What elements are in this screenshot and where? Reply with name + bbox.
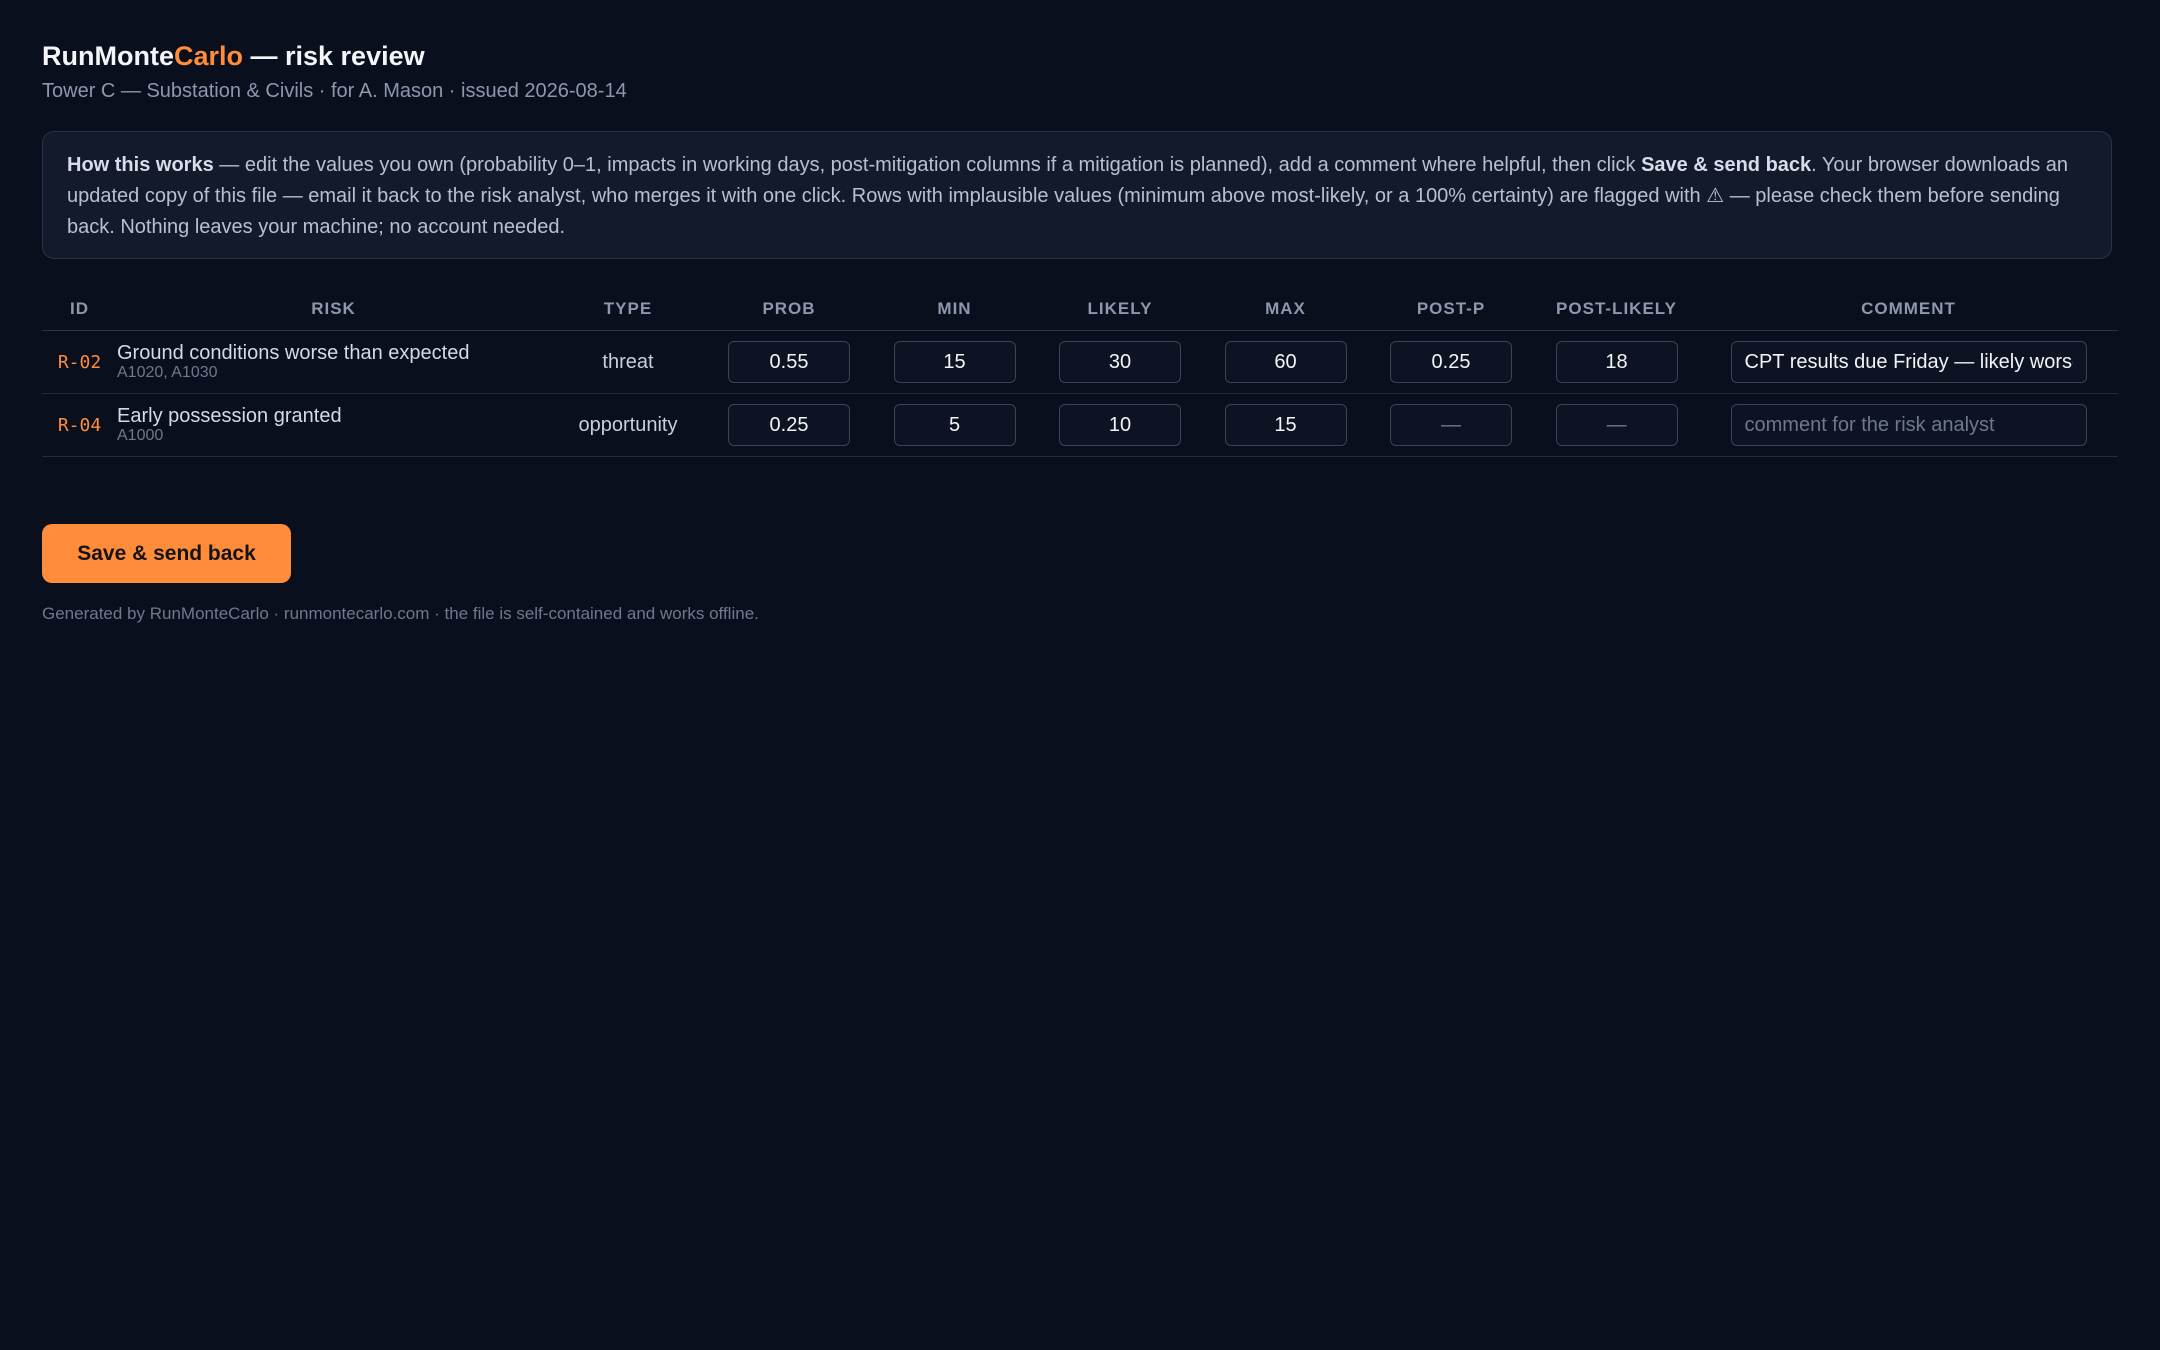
info-action: Save & send back: [1641, 154, 1812, 176]
min-cell: [872, 330, 1037, 394]
table-row: R-02 Ground conditions worse than expect…: [42, 330, 2118, 394]
footer-note: Generated by RunMonteCarlo · runmontecar…: [42, 604, 759, 623]
comment-input[interactable]: [1730, 341, 2087, 383]
likely-input[interactable]: [1059, 404, 1181, 446]
risk-cell: Early possession granted A1000: [117, 393, 550, 457]
max-cell: [1203, 330, 1368, 394]
risk-id: R-04: [42, 393, 117, 457]
prob-input[interactable]: [728, 404, 850, 446]
column-header-prob: PROB: [706, 288, 872, 331]
column-header-id: ID: [42, 288, 117, 331]
likely-input[interactable]: [1059, 341, 1181, 383]
column-header-post-p: POST-P: [1368, 288, 1534, 331]
prob-input[interactable]: [728, 341, 850, 383]
info-lead: How this works: [67, 154, 214, 176]
post-likely-input[interactable]: [1555, 404, 1678, 446]
title-brand-part1: RunMonte: [42, 41, 174, 71]
column-header-comment: COMMENT: [1699, 288, 2118, 331]
risk-table: ID RISK TYPE PROB MIN LIKELY MAX POST-P …: [42, 288, 2118, 457]
table-header-row: ID RISK TYPE PROB MIN LIKELY MAX POST-P …: [42, 288, 2118, 331]
post-p-cell: [1368, 393, 1534, 457]
risk-activities: A1020, A1030: [117, 364, 218, 381]
min-input[interactable]: [893, 341, 1016, 383]
risk-type: opportunity: [550, 393, 706, 457]
page-title: RunMonteCarlo — risk review: [42, 41, 425, 72]
prob-cell: [706, 393, 872, 457]
likely-cell: [1037, 393, 1203, 457]
title-brand-part2: Carlo: [173, 41, 243, 71]
max-cell: [1203, 393, 1368, 457]
post-p-cell: [1368, 330, 1534, 394]
risk-title: Ground conditions worse than expected: [117, 342, 470, 364]
info-box: How this works — edit the values you own…: [42, 131, 2112, 259]
post-likely-cell: [1534, 330, 1699, 394]
post-p-input[interactable]: [1390, 341, 1512, 383]
min-input[interactable]: [893, 404, 1016, 446]
column-header-type: TYPE: [550, 288, 706, 331]
min-cell: [872, 393, 1037, 457]
table-row: R-04 Early possession granted A1000 oppo…: [42, 393, 2118, 457]
column-header-risk: RISK: [117, 288, 550, 331]
page-subtitle: Tower C — Substation & Civils · for A. M…: [42, 80, 627, 102]
comment-cell: [1699, 393, 2118, 457]
post-likely-input[interactable]: [1555, 341, 1678, 383]
risk-title: Early possession granted: [117, 405, 342, 427]
max-input[interactable]: [1224, 341, 1347, 383]
post-p-input[interactable]: [1390, 404, 1512, 446]
prob-cell: [706, 330, 872, 394]
comment-input[interactable]: [1730, 404, 2087, 446]
column-header-likely: LIKELY: [1037, 288, 1203, 331]
risk-id: R-02: [42, 330, 117, 394]
column-header-min: MIN: [872, 288, 1037, 331]
risk-activities: A1000: [117, 427, 164, 444]
likely-cell: [1037, 330, 1203, 394]
info-text-1: — edit the values you own (probability 0…: [213, 154, 1642, 176]
risk-cell: Ground conditions worse than expected A1…: [117, 330, 550, 394]
column-header-max: MAX: [1203, 288, 1368, 331]
save-and-send-back-button[interactable]: Save & send back: [42, 524, 291, 583]
max-input[interactable]: [1224, 404, 1347, 446]
post-likely-cell: [1534, 393, 1699, 457]
column-header-post-likely: POST-LIKELY: [1534, 288, 1699, 331]
risk-type: threat: [550, 330, 706, 394]
comment-cell: [1699, 330, 2118, 394]
title-suffix: — risk review: [243, 41, 425, 71]
